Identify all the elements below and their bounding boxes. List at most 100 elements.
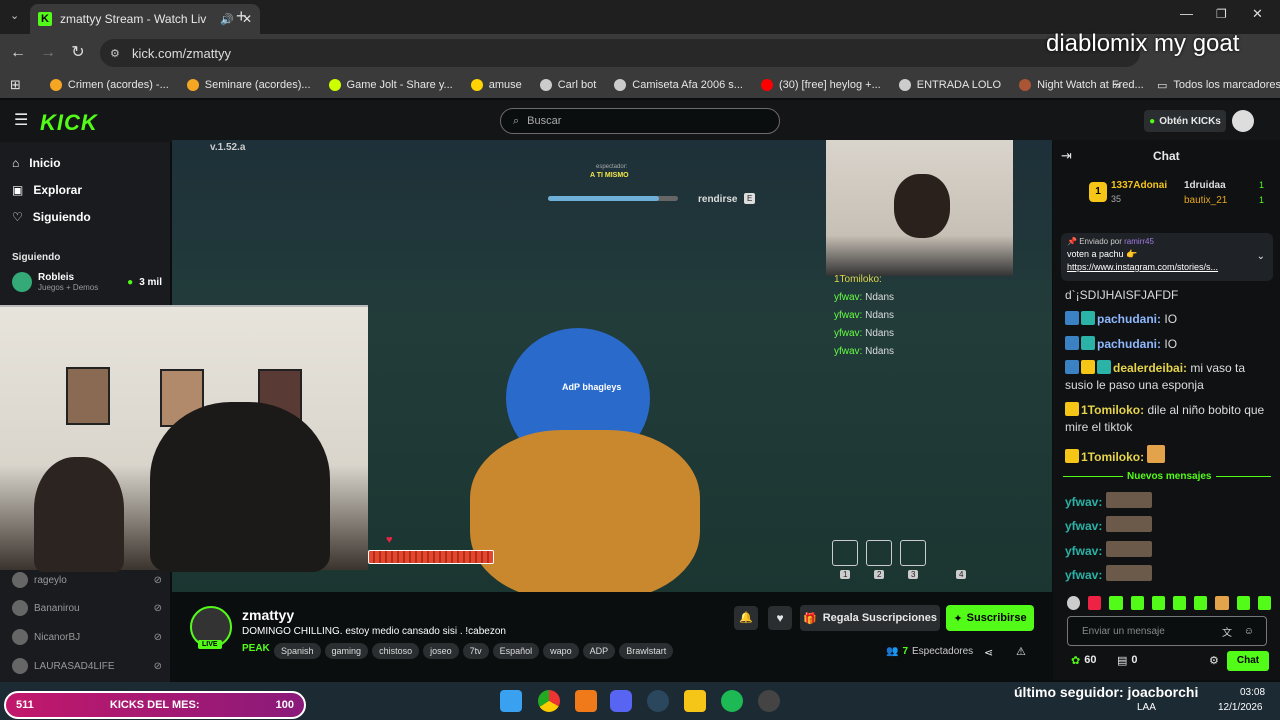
offline-channel-row[interactable]: Bananirou ⊘ <box>12 600 162 616</box>
emote-icon[interactable] <box>1130 596 1144 610</box>
minimize-icon[interactable]: — <box>1180 6 1193 21</box>
maximize-icon[interactable]: ❐ <box>1216 7 1227 21</box>
nav-home[interactable]: ⌂ Inicio <box>12 156 61 170</box>
nav-explore[interactable]: ▣ Explorar <box>12 183 82 197</box>
message-user[interactable]: yfwav: <box>1065 519 1102 533</box>
offline-channel-row[interactable]: LAURASAD4LIFE ⊘ <box>12 658 162 674</box>
stream-tags: Spanish gaming chistoso joseo 7tv Español wapo… <box>274 641 677 659</box>
bookmark-item[interactable]: (30) [free] heylog +... <box>752 79 890 91</box>
bookmark-item[interactable]: Crimen (acordes) -... <box>41 79 178 91</box>
bookmark-item[interactable]: Game Jolt - Share y... <box>320 79 462 91</box>
steam-icon[interactable] <box>647 690 669 712</box>
get-kicks-button[interactable]: ● Obtén KICKs <box>1144 110 1226 132</box>
forward-icon[interactable]: → <box>38 43 58 63</box>
clock-time[interactable]: 03:08 <box>1240 687 1265 698</box>
more-bookmarks-icon[interactable]: » <box>1114 78 1121 92</box>
emoji-icon[interactable]: ☺ <box>1244 626 1254 637</box>
clock-date[interactable]: 12/1/2026 <box>1218 702 1263 713</box>
search-input[interactable]: ⌕ Buscar <box>500 108 780 134</box>
translate-icon[interactable]: 文 <box>1222 624 1232 639</box>
followed-channel-row[interactable]: Robleis Juegos + Demos ● 3 mil <box>12 272 162 292</box>
message-user[interactable]: pachudani: <box>1097 337 1161 351</box>
message-user[interactable]: dealerdeibai: <box>1113 361 1187 375</box>
share-icon[interactable]: ⋖ <box>984 646 993 659</box>
apps-grid-icon[interactable]: ⊞ <box>0 77 41 93</box>
stream-tag[interactable]: chistoso <box>372 643 420 659</box>
offline-channel-row[interactable]: rageylo ⊘ <box>12 572 162 588</box>
fl-studio-icon[interactable] <box>575 690 597 712</box>
stream-tag[interactable]: joseo <box>423 643 459 659</box>
window-close-icon[interactable]: ✕ <box>1252 6 1263 22</box>
gift-subs-button[interactable]: 🎁 Regala Suscripciones <box>800 605 940 631</box>
tab-list-chevron-icon[interactable]: ⌄ <box>10 9 19 22</box>
site-info-icon[interactable]: ⚙ <box>110 47 120 60</box>
chat-message: 1Tomiloko: dile al niño bobito que mire … <box>1065 402 1270 436</box>
file-explorer-icon[interactable] <box>684 690 706 712</box>
message-user[interactable]: yfwav: <box>1065 495 1102 509</box>
emote-icon[interactable] <box>1236 596 1250 610</box>
stream-tag[interactable]: wapo <box>543 643 579 659</box>
follow-button[interactable]: ♥ <box>768 606 792 630</box>
stream-tag[interactable]: gaming <box>324 643 369 659</box>
collapse-chat-icon[interactable]: ⇥ <box>1061 148 1072 164</box>
pinned-link[interactable]: https://www.instagram.com/stories/s... <box>1067 262 1251 272</box>
subscribe-button[interactable]: ✦ Suscribirse <box>946 605 1034 631</box>
message-user[interactable]: 1Tomiloko: <box>1081 403 1144 417</box>
all-bookmarks[interactable]: ▭ Todos los marcadores <box>1148 79 1280 92</box>
bookmark-item[interactable]: ENTRADA LOLO <box>890 79 1010 91</box>
browser-tab[interactable]: K zmattyy Stream - Watch Liv 🔊 ✕ <box>30 4 260 34</box>
chat-input[interactable]: Enviar un mensaje 文 ☺ <box>1067 616 1267 646</box>
reload-icon[interactable]: ↻ <box>68 43 88 63</box>
obs-icon[interactable] <box>758 690 780 712</box>
stream-tag[interactable]: Spanish <box>274 643 321 659</box>
menu-icon[interactable]: ☰ <box>14 110 28 130</box>
gift-counter[interactable]: ▤ 0 <box>1117 654 1138 667</box>
emote-icon[interactable] <box>1173 596 1187 610</box>
pinned-header: 📌 Enviado por ramirr45 <box>1067 237 1267 246</box>
stream-tag[interactable]: ADP <box>582 643 616 659</box>
stream-tag[interactable]: Español <box>492 643 540 659</box>
emote-icon[interactable] <box>1194 596 1208 610</box>
speaker-icon[interactable]: 🔊 <box>220 13 234 26</box>
emote-icon[interactable] <box>1215 596 1229 610</box>
bookmark-item[interactable]: Camiseta Afa 2006 s... <box>605 79 752 91</box>
channel-points[interactable]: ✿ 60 <box>1071 654 1096 667</box>
emote-icon[interactable] <box>1088 596 1102 610</box>
emote-icon[interactable] <box>1257 596 1272 610</box>
discord-icon[interactable] <box>610 690 632 712</box>
message-user[interactable]: pachudani: <box>1097 312 1161 326</box>
emote-icon[interactable] <box>1109 596 1123 610</box>
message-user[interactable]: yfwav: <box>1065 544 1102 558</box>
chevron-down-icon[interactable]: ⌄ <box>1257 251 1265 262</box>
bookmark-item[interactable]: amuse <box>462 79 531 91</box>
spotify-icon[interactable] <box>721 690 743 712</box>
bookmark-item[interactable]: Night Watch at Fred... <box>1010 79 1153 91</box>
pinned-message[interactable]: 📌 Enviado por ramirr45 voten a pachu 👉 h… <box>1061 233 1273 281</box>
channel-name[interactable]: zmattyy <box>242 607 294 623</box>
bookmark-item[interactable]: Carl bot <box>531 79 606 91</box>
verified-badge-icon <box>1097 360 1111 374</box>
heart-icon: ♡ <box>12 210 23 224</box>
leaderboard-count: 1 <box>1259 195 1265 205</box>
notify-button[interactable]: 🔔 <box>734 606 758 630</box>
back-icon[interactable]: ← <box>8 43 28 63</box>
report-icon[interactable]: ⚠ <box>1016 645 1026 658</box>
offline-channel-row[interactable]: NicanorBJ ⊘ <box>12 629 162 645</box>
message-user[interactable]: yfwav: <box>1065 568 1102 582</box>
windows-start-icon[interactable] <box>500 690 522 712</box>
emote-icon[interactable] <box>1067 596 1081 610</box>
stream-tag[interactable]: 7tv <box>462 643 489 659</box>
kick-logo[interactable]: KICK <box>40 110 98 136</box>
url-field[interactable]: ⚙ kick.com/zmattyy <box>100 39 1140 67</box>
nav-following[interactable]: ♡ Siguiendo <box>12 210 91 224</box>
chat-settings-icon[interactable]: ⚙ <box>1209 654 1219 667</box>
chat-send-button[interactable]: Chat <box>1227 651 1269 671</box>
avatar[interactable] <box>1232 110 1254 132</box>
chrome-icon[interactable] <box>538 690 560 712</box>
emote-icon[interactable] <box>1151 596 1166 610</box>
stream-tag[interactable]: Brawlstart <box>619 643 674 659</box>
new-tab-icon[interactable]: + <box>236 6 247 27</box>
keyboard-lang[interactable]: LAA <box>1137 702 1156 713</box>
bookmark-item[interactable]: Seminare (acordes)... <box>178 79 320 91</box>
message-user[interactable]: 1Tomiloko: <box>1081 450 1144 464</box>
